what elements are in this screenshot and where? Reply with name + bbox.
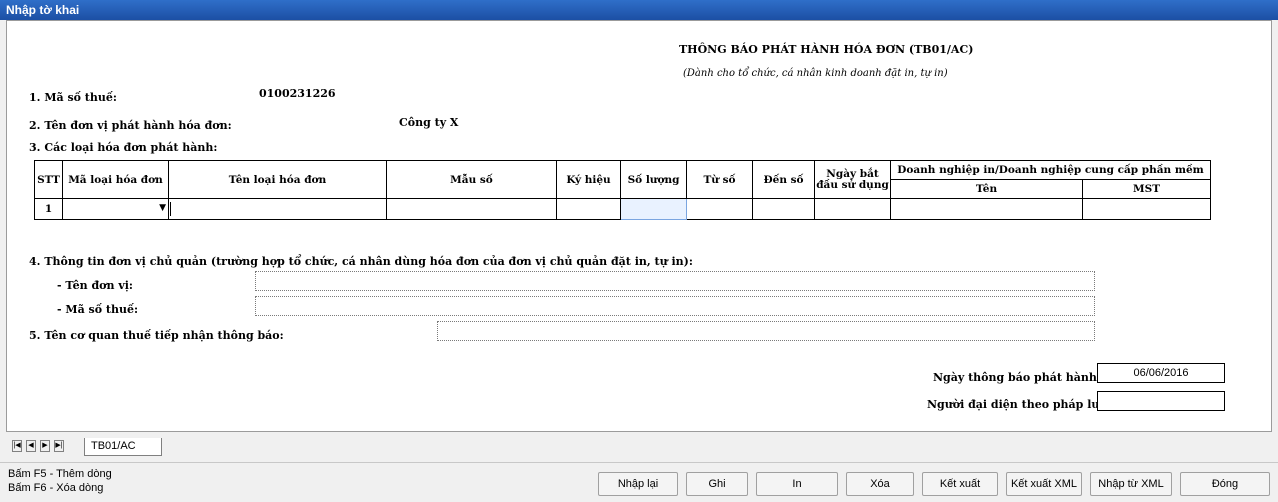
start-date-cell[interactable] xyxy=(814,198,891,220)
prev-sheet-icon[interactable]: ◀ xyxy=(26,440,36,452)
dropdown-arrow-icon[interactable]: ▼ xyxy=(159,203,166,213)
legal-rep-input[interactable] xyxy=(1097,391,1225,411)
export-button[interactable]: Kết xuất xyxy=(922,472,998,496)
next-sheet-icon[interactable]: ▶ xyxy=(40,440,50,452)
text-cursor xyxy=(170,202,171,216)
col-start-date: Ngày bắt đầu sử dụng xyxy=(814,160,891,199)
hint-delete-row: Bấm F6 - Xóa dòng xyxy=(8,482,104,494)
invoice-code-combo[interactable]: ▼ xyxy=(62,198,169,220)
save-button[interactable]: Ghi xyxy=(686,472,748,496)
notice-date-label: Ngày thông báo phát hành: xyxy=(933,371,1101,384)
legal-rep-label: Người đại diện theo pháp luật: xyxy=(927,398,1116,411)
col-stt: STT xyxy=(34,160,63,199)
hint-add-row: Bấm F5 - Thêm dòng xyxy=(8,468,112,480)
quantity-cell[interactable] xyxy=(620,198,687,220)
last-sheet-icon[interactable]: ▶| xyxy=(54,440,64,452)
tax-office-label: 5. Tên cơ quan thuế tiếp nhận thông báo: xyxy=(29,329,284,342)
parent-tax-label: - Mã số thuế: xyxy=(57,303,139,316)
row-stt: 1 xyxy=(34,198,63,220)
col-provider-name: Tên xyxy=(890,179,1083,199)
provider-name-cell[interactable] xyxy=(890,198,1083,220)
col-form: Mẫu số xyxy=(386,160,557,199)
to-cell[interactable] xyxy=(752,198,815,220)
issuer-value: Công ty X xyxy=(399,116,459,129)
parent-name-label: - Tên đơn vị: xyxy=(57,279,133,292)
invoice-types-label: 3. Các loại hóa đơn phát hành: xyxy=(29,141,218,154)
table-row: 1 ▼ xyxy=(34,198,1211,220)
close-button[interactable]: Đóng xyxy=(1180,472,1270,496)
export-xml-button[interactable]: Kết xuất XML xyxy=(1006,472,1082,496)
sheet-tabstrip: |◀ ◀ ▶ ▶| TB01/AC xyxy=(6,436,1272,458)
col-to: Đến số xyxy=(752,160,815,199)
status-divider xyxy=(0,462,1278,463)
col-name: Tên loại hóa đơn xyxy=(168,160,387,199)
tab-tb01ac[interactable]: TB01/AC xyxy=(84,438,162,456)
invoice-name-cell[interactable] xyxy=(168,198,387,220)
import-xml-button[interactable]: Nhập từ XML xyxy=(1090,472,1172,496)
col-code: Mã loại hóa đơn xyxy=(62,160,169,199)
first-sheet-icon[interactable]: |◀ xyxy=(12,440,22,452)
tax-code-label: 1. Mã số thuế: xyxy=(29,91,117,104)
form-panel: THÔNG BÁO PHÁT HÀNH HÓA ĐƠN (TB01/AC) (D… xyxy=(6,20,1272,432)
issuer-label: 2. Tên đơn vị phát hành hóa đơn: xyxy=(29,119,232,132)
notice-date-input[interactable]: 06/06/2016 xyxy=(1097,363,1225,383)
parent-name-input[interactable] xyxy=(255,271,1095,291)
parent-tax-input[interactable] xyxy=(255,296,1095,316)
col-symbol: Ký hiệu xyxy=(556,160,621,199)
print-button[interactable]: In xyxy=(756,472,838,496)
form-subtitle: (Dành cho tổ chức, cá nhân kinh doanh đặ… xyxy=(683,68,948,79)
provider-tax-cell[interactable] xyxy=(1082,198,1211,220)
col-provider: Doanh nghiệp in/Doanh nghiệp cung cấp ph… xyxy=(890,160,1211,180)
delete-button[interactable]: Xóa xyxy=(846,472,914,496)
invoice-table: STT Mã loại hóa đơn Tên loại hóa đơn Mẫu… xyxy=(34,160,1211,220)
col-from: Từ số xyxy=(686,160,753,199)
symbol-cell[interactable] xyxy=(556,198,621,220)
form-title: THÔNG BÁO PHÁT HÀNH HÓA ĐƠN (TB01/AC) xyxy=(679,43,974,56)
parent-info-label: 4. Thông tin đơn vị chủ quản (trường hợp… xyxy=(29,255,693,268)
tax-office-input[interactable] xyxy=(437,321,1095,341)
tax-code-value: 0100231226 xyxy=(259,87,336,100)
col-provider-tax: MST xyxy=(1082,179,1211,199)
window-title: Nhập tờ khai xyxy=(0,0,1278,20)
reset-button[interactable]: Nhập lại xyxy=(598,472,678,496)
from-cell[interactable] xyxy=(686,198,753,220)
col-quantity: Số lượng xyxy=(620,160,687,199)
form-cell[interactable] xyxy=(386,198,557,220)
